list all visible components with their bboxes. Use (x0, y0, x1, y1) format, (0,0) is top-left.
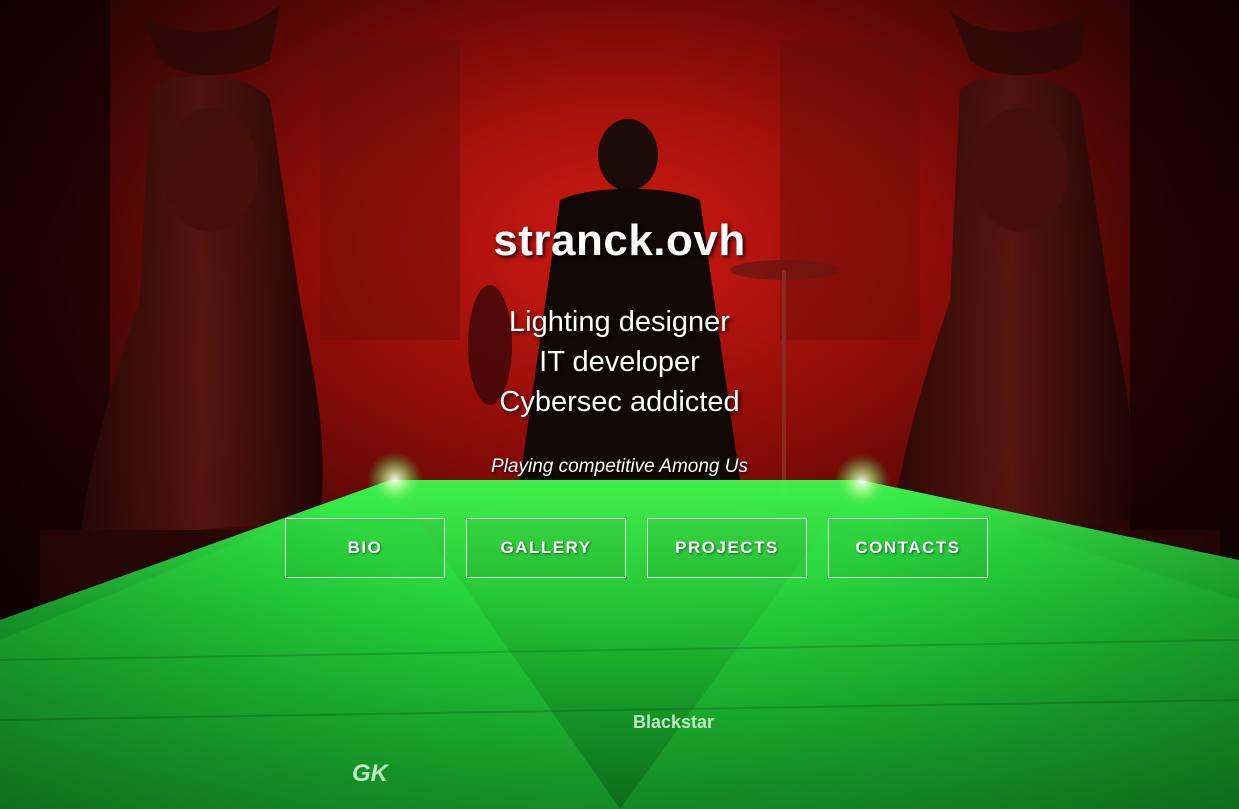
projects-button[interactable]: PROJECTS (647, 518, 807, 578)
hero-content: stranck.ovh Lighting designer IT develop… (0, 0, 1239, 809)
main-nav: BIO GALLERY PROJECTS CONTACTS (285, 518, 988, 578)
contacts-button[interactable]: CONTACTS (828, 518, 988, 578)
role-cybersec: Cybersec addicted (499, 386, 740, 418)
hero-section: Blackstar GK stranck.ovh Lighting design… (0, 0, 1239, 809)
role-lighting-designer: Lighting designer (509, 306, 730, 338)
gallery-button[interactable]: GALLERY (466, 518, 626, 578)
site-title: stranck.ovh (493, 216, 746, 265)
bio-button[interactable]: BIO (285, 518, 445, 578)
status-line: Playing competitive Among Us (491, 456, 748, 477)
role-list: Lighting designer IT developer Cybersec … (0, 302, 1239, 422)
role-it-developer: IT developer (539, 346, 700, 378)
